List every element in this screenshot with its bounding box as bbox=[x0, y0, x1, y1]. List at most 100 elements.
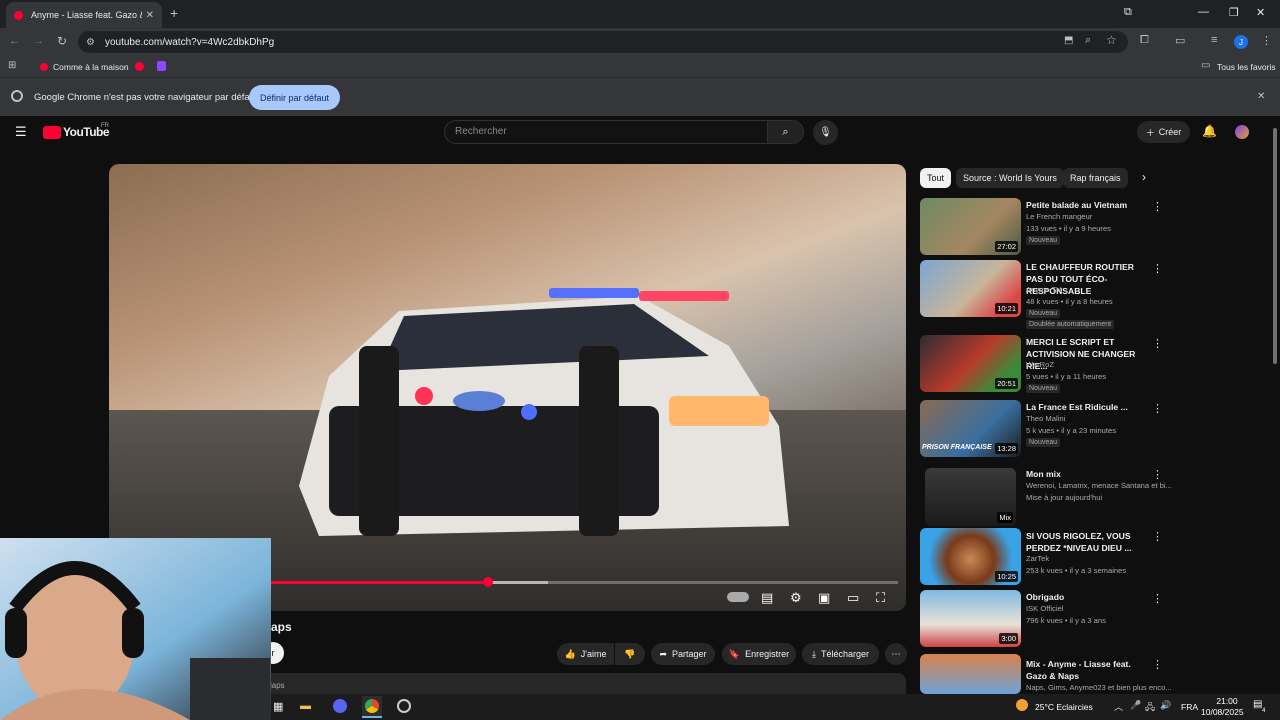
rec-thumbnail[interactable]: Mix bbox=[925, 468, 1016, 526]
rec-thumbnail[interactable]: 10:21 bbox=[920, 260, 1021, 317]
notifications-bell-icon[interactable]: 🔔 bbox=[1202, 124, 1217, 138]
chip-source-world-is-yours[interactable]: Source : World Is Yours bbox=[956, 168, 1064, 188]
weather-icon[interactable] bbox=[1016, 699, 1028, 711]
create-button[interactable]: ＋ Créer bbox=[1137, 121, 1190, 143]
rec-title[interactable]: Petite balade au Vietnam bbox=[1026, 199, 1146, 211]
youtube-logo-icon[interactable] bbox=[43, 126, 61, 139]
clock-time[interactable]: 21:00 bbox=[1211, 696, 1243, 706]
browser-tab[interactable]: Anyme - Liasse feat. Gazo & ✕ bbox=[6, 2, 162, 28]
rec-menu-icon[interactable]: ⋮ bbox=[1152, 262, 1163, 275]
chrome-menu-icon[interactable]: ⋮ bbox=[1261, 34, 1272, 47]
hamburger-menu-icon[interactable]: ☰ bbox=[15, 124, 27, 140]
discord-icon[interactable] bbox=[333, 699, 347, 713]
apps-grid-icon[interactable]: ⊞ bbox=[8, 60, 16, 71]
extensions-icon[interactable]: ⧠ bbox=[1140, 34, 1149, 47]
clock-date[interactable]: 10/08/2025 bbox=[1201, 707, 1244, 717]
rec-channel[interactable]: Naps, Gims, Anyme023 et bien plus enco..… bbox=[1026, 683, 1172, 692]
rec-channel[interactable]: Anyme TV bbox=[1026, 285, 1061, 294]
scrollbar-thumb[interactable] bbox=[1273, 128, 1277, 364]
rec-channel[interactable]: Theo Malini bbox=[1026, 414, 1065, 423]
weather-text[interactable]: 25°C Eclaircies bbox=[1035, 702, 1093, 712]
search-input[interactable]: Rechercher bbox=[444, 120, 768, 144]
more-actions-button[interactable]: ⋯ bbox=[885, 643, 907, 665]
rec-title[interactable]: Mon mix bbox=[1026, 468, 1146, 480]
rec-thumbnail[interactable] bbox=[920, 654, 1021, 694]
dislike-button[interactable]: 👎 bbox=[615, 643, 645, 665]
rec-item[interactable]: 10:21 LE CHAUFFEUR ROUTIER PAS DU TOUT É… bbox=[920, 260, 1170, 329]
back-icon[interactable]: ← bbox=[9, 35, 20, 47]
chip-rap-francais[interactable]: Rap français bbox=[1063, 168, 1128, 188]
download-button[interactable]: ⤓ Télécharger bbox=[802, 643, 879, 665]
zoom-icon[interactable]: ⌕ bbox=[1085, 34, 1091, 47]
rec-item[interactable]: 20:51 MERCI LE SCRIPT ET ACTIVISION NE C… bbox=[920, 335, 1170, 397]
reading-list-icon[interactable]: ≡ bbox=[1211, 34, 1217, 46]
rec-menu-icon[interactable]: ⋮ bbox=[1152, 592, 1163, 605]
rec-thumbnail[interactable]: 27:02 bbox=[920, 198, 1021, 255]
tab-search-icon[interactable]: ⧉ bbox=[1124, 6, 1132, 19]
close-window-icon[interactable]: ✕ bbox=[1256, 6, 1265, 19]
rec-thumbnail[interactable]: PRISON FRANÇAISE 13:28 bbox=[920, 400, 1021, 457]
settings-gear-icon[interactable]: ⚙ bbox=[790, 590, 802, 606]
bookmark-star-icon[interactable]: ☆ bbox=[1106, 33, 1117, 47]
subtitles-icon[interactable]: ▤ bbox=[761, 590, 773, 606]
voice-search-button[interactable]: 🎙 bbox=[813, 120, 838, 145]
rec-thumbnail[interactable]: 3:00 bbox=[920, 590, 1021, 647]
chips-next-icon[interactable]: › bbox=[1142, 170, 1146, 184]
volume-tray-icon[interactable]: 🔊 bbox=[1160, 700, 1171, 711]
install-app-icon[interactable]: ⬒ bbox=[1064, 35, 1073, 46]
twitch-bookmark-icon[interactable] bbox=[157, 61, 166, 71]
rec-channel[interactable]: WarRoZ bbox=[1026, 360, 1054, 369]
share-button[interactable]: ➦ Partager bbox=[651, 643, 715, 665]
rec-channel[interactable]: Werenoi, Lamatrix, menace Santana et bi.… bbox=[1026, 481, 1172, 490]
chip-all[interactable]: Tout bbox=[920, 168, 952, 188]
forward-icon[interactable]: → bbox=[33, 35, 44, 47]
rec-menu-icon[interactable]: ⋮ bbox=[1152, 530, 1163, 543]
set-default-button[interactable]: Définir par défaut bbox=[249, 85, 340, 110]
rec-item[interactable]: 10:25 SI VOUS RIGOLEZ, VOUS PERDEZ *NIVE… bbox=[920, 528, 1170, 590]
bookmark-home[interactable]: Comme à la maison bbox=[53, 62, 129, 72]
language-indicator[interactable]: FRA bbox=[1181, 702, 1198, 712]
description-box[interactable]: laps bbox=[262, 673, 906, 694]
file-explorer-icon[interactable]: ▬ bbox=[300, 700, 311, 712]
rec-channel[interactable]: Le French mangeur bbox=[1026, 212, 1092, 221]
rec-item[interactable]: PRISON FRANÇAISE 13:28 La France Est Rid… bbox=[920, 400, 1170, 462]
site-info-icon[interactable]: ⚙ bbox=[86, 37, 95, 48]
youtube-bookmark-icon[interactable] bbox=[40, 63, 48, 71]
taskbar-app-icon[interactable]: ▦ bbox=[273, 700, 283, 713]
rec-thumbnail[interactable]: 20:51 bbox=[920, 335, 1021, 392]
like-button[interactable]: 👍 J'aime bbox=[557, 643, 614, 665]
rec-title[interactable]: La France Est Ridicule ... bbox=[1026, 401, 1146, 413]
rec-item[interactable]: 3:00 Obrigado ISK Officiel 796 k vues • … bbox=[920, 590, 1170, 652]
close-tab-icon[interactable]: ✕ bbox=[146, 10, 154, 21]
restore-icon[interactable]: ❐ bbox=[1229, 6, 1239, 19]
obs-icon[interactable] bbox=[397, 699, 411, 713]
rec-item[interactable]: Mix Mon mix Werenoi, Lamatrix, menace Sa… bbox=[920, 464, 1172, 526]
user-avatar[interactable] bbox=[1235, 125, 1249, 139]
network-tray-icon[interactable]: 🖧 bbox=[1145, 700, 1155, 716]
rec-channel[interactable]: ZarTek bbox=[1026, 554, 1049, 563]
profile-avatar[interactable]: J bbox=[1234, 35, 1248, 49]
miniplayer-icon[interactable]: ▣ bbox=[818, 590, 830, 606]
rec-title[interactable]: Mix - Anyme - Liasse feat. Gazo & Naps bbox=[1026, 658, 1146, 682]
rec-menu-icon[interactable]: ⋮ bbox=[1152, 200, 1163, 213]
rec-title[interactable]: SI VOUS RIGOLEZ, VOUS PERDEZ *NIVEAU DIE… bbox=[1026, 530, 1146, 554]
tray-chevron-icon[interactable]: ︿ bbox=[1114, 700, 1123, 713]
chrome-taskbar-icon[interactable] bbox=[365, 699, 379, 713]
progress-bar[interactable] bbox=[270, 581, 898, 584]
microphone-tray-icon[interactable]: 🎤 bbox=[1130, 700, 1141, 711]
rec-item[interactable]: 27:02 Petite balade au Vietnam Le French… bbox=[920, 198, 1170, 260]
all-favorites-link[interactable]: Tous les favoris bbox=[1217, 62, 1276, 72]
page-scrollbar[interactable] bbox=[1270, 116, 1280, 694]
rec-menu-icon[interactable]: ⋮ bbox=[1152, 337, 1163, 350]
reload-icon[interactable]: ↻ bbox=[57, 34, 67, 48]
progress-scrubber[interactable] bbox=[483, 577, 493, 587]
close-infobar-icon[interactable]: ✕ bbox=[1257, 91, 1265, 102]
address-bar[interactable]: ⚙ youtube.com/watch?v=4Wc2dbkDhPg bbox=[78, 31, 1128, 53]
minimize-icon[interactable]: — bbox=[1198, 6, 1209, 18]
cast-icon[interactable]: ▭ bbox=[1175, 34, 1185, 47]
save-button[interactable]: 🔖 Enregistrer bbox=[722, 643, 796, 665]
rec-menu-icon[interactable]: ⋮ bbox=[1152, 402, 1163, 415]
rec-thumbnail[interactable]: 10:25 bbox=[920, 528, 1021, 585]
rec-menu-icon[interactable]: ⋮ bbox=[1152, 658, 1163, 671]
new-tab-icon[interactable]: + bbox=[170, 5, 178, 21]
